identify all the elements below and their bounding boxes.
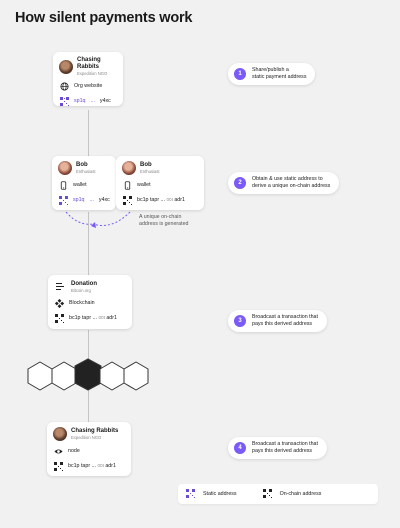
step-2: 2 Obtain & use static address to derive a… [228,172,340,194]
block-hex-highlight [74,358,102,391]
legend-static-label: Static address [203,491,237,497]
card-subtitle: Expedition NGO [71,435,102,440]
onchain-address: bc1p tapr ... 00t adr1 [53,461,125,471]
block-hex [123,361,149,391]
legend-onchain: On-chain address [262,488,322,500]
avatar [53,427,67,441]
step-number: 3 [234,315,246,327]
step-number: 1 [234,68,246,80]
card-name: Chasing Rabbits [71,428,119,434]
legend-onchain-label: On-chain address [279,491,322,497]
block-hex [51,361,77,391]
onchain-address-qr-icon [262,488,272,500]
node-card: Chasing Rabbits Expedition NGO node bc1p… [47,422,131,476]
step-3: 3 Broadcast a transaction that pays this … [228,310,327,332]
eye-icon [53,446,63,456]
legend: Static address On-chain address [178,484,378,504]
step-number: 2 [234,177,246,189]
step-1: 1 Share/publish a static payment address [228,63,316,85]
block-hex [99,361,125,391]
static-address-qr-icon [186,488,195,500]
location-label: node [68,448,80,454]
step-4: 4 Broadcast a transaction that pays this … [228,437,327,459]
block-hex [27,361,53,391]
step-number: 4 [234,442,246,454]
legend-static: Static address [186,488,237,500]
onchain-address-qr-icon [53,461,63,471]
